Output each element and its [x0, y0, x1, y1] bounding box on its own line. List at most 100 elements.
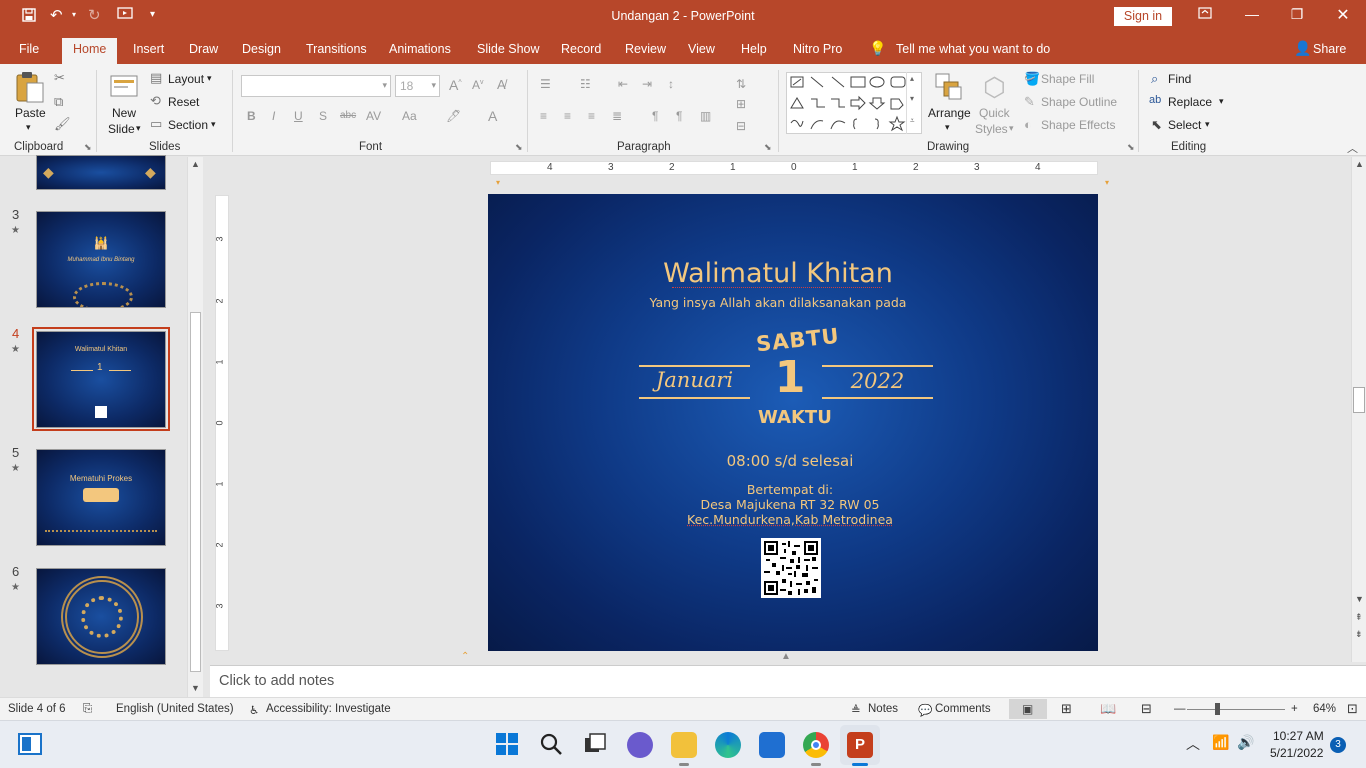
slide-thumbnail-4[interactable]: Walimatul Khitan 1 — [36, 331, 166, 428]
place-label[interactable]: Bertempat di: — [488, 482, 1092, 497]
new-slide-label-2[interactable]: Slide — [108, 122, 135, 136]
shape-effects-icon[interactable]: ◐ — [1024, 117, 1032, 132]
align-left-icon[interactable]: ≡ — [540, 109, 547, 123]
paste-icon[interactable] — [14, 70, 46, 104]
font-name-combo[interactable]: ▾ — [241, 75, 391, 97]
arrange-icon[interactable] — [934, 72, 964, 102]
vertical-ruler[interactable]: 3 2 1 0 1 2 3 — [215, 195, 229, 651]
section-dropdown-icon[interactable]: ▾ — [211, 119, 216, 130]
tab-slide-show[interactable]: Slide Show — [477, 42, 540, 56]
replace-button[interactable]: Replace — [1168, 95, 1212, 109]
quick-styles-icon[interactable]: ⬡ — [983, 72, 1006, 103]
place-line-2[interactable]: Kec.Mundurkena,Kab Metrodinea — [488, 512, 1092, 527]
bullets-icon[interactable]: ☰ — [540, 77, 551, 91]
minimize-icon[interactable]: — — [1237, 6, 1267, 22]
clipboard-launcher-icon[interactable]: ⬊ — [84, 142, 92, 153]
quick-styles-dropdown-icon[interactable]: ▾ — [1009, 123, 1014, 134]
justify-icon[interactable]: ≣ — [612, 109, 622, 123]
notes-placeholder[interactable]: Click to add notes — [219, 673, 334, 689]
format-painter-icon[interactable]: 🖌 — [54, 116, 71, 132]
shape-fill-button[interactable]: Shape Fill — [1041, 72, 1094, 86]
date-number[interactable]: 1 — [774, 352, 806, 403]
tab-home[interactable]: Home — [62, 38, 118, 64]
slide-scrollbar[interactable]: ▲ ▼ ⇞ ⇟ — [1351, 157, 1366, 662]
clock-date[interactable]: 5/21/2022 — [1270, 746, 1323, 760]
reset-icon[interactable]: ⟲ — [150, 93, 161, 109]
shapes-gallery[interactable] — [786, 72, 922, 134]
ribbon-display-options-icon[interactable] — [1190, 6, 1220, 22]
clear-formatting-icon[interactable]: A̸ — [497, 77, 506, 92]
zoom-level[interactable]: 64% — [1313, 703, 1336, 715]
wifi-icon[interactable]: 📶 — [1212, 734, 1229, 751]
strikethrough-icon[interactable]: abc — [340, 110, 356, 121]
left-indent-marker[interactable]: ▾ — [496, 178, 500, 187]
tab-nitro-pro[interactable]: Nitro Pro — [793, 42, 842, 56]
task-view-widget-icon[interactable] — [18, 733, 42, 755]
find-button[interactable]: Find — [1168, 72, 1191, 86]
slide-thumbnail-6[interactable] — [36, 568, 166, 665]
close-icon[interactable]: ✕ — [1328, 5, 1358, 25]
font-launcher-icon[interactable]: ⬊ — [515, 142, 523, 153]
slide-canvas[interactable]: Walimatul Khitan Yang insya Allah akan d… — [488, 194, 1098, 651]
volume-icon[interactable]: 🔊 — [1237, 734, 1254, 751]
redo-icon[interactable]: ↻ — [88, 6, 101, 24]
section-icon[interactable]: ▭ — [150, 116, 162, 132]
shadow-icon[interactable]: S — [319, 109, 327, 123]
notes-pane[interactable]: Click to add notes — [210, 665, 1366, 697]
scroll-up-icon[interactable]: ▲ — [1355, 159, 1364, 169]
bold-icon[interactable]: B — [247, 109, 256, 123]
replace-icon[interactable]: ab — [1149, 94, 1161, 106]
numbering-icon[interactable]: ☷ — [580, 77, 591, 91]
tab-design[interactable]: Design — [242, 42, 281, 56]
restore-icon[interactable]: ❐ — [1282, 6, 1312, 23]
spelling-check-icon[interactable]: ⎘ — [83, 703, 92, 716]
sign-in-button[interactable]: Sign in — [1114, 7, 1172, 26]
smartart-icon[interactable]: ⊟ — [736, 119, 746, 133]
columns-icon[interactable]: ▥ — [700, 109, 711, 123]
zoom-slider-track[interactable] — [1187, 709, 1285, 710]
qr-code-icon[interactable] — [761, 538, 821, 598]
select-button[interactable]: Select — [1168, 118, 1201, 132]
scroll-down-icon[interactable]: ▼ — [1355, 594, 1364, 604]
zoom-slider-thumb[interactable] — [1215, 703, 1220, 715]
notes-button[interactable]: Notes — [868, 703, 898, 715]
align-right-icon[interactable]: ≡ — [588, 109, 595, 123]
shape-fill-icon[interactable]: 🪣 — [1024, 71, 1040, 87]
time-text[interactable]: 08:00 s/d selesai — [488, 452, 1092, 470]
new-slide-icon[interactable] — [109, 72, 139, 100]
month-text[interactable]: Januari — [639, 368, 750, 392]
shape-outline-button[interactable]: Shape Outline — [1041, 95, 1117, 109]
tab-insert[interactable]: Insert — [133, 42, 164, 56]
copy-icon[interactable]: ⧉ — [54, 94, 63, 110]
quick-styles-label-2[interactable]: Styles — [975, 122, 1008, 136]
show-hidden-icons-icon[interactable]: ︿ — [1186, 734, 1200, 754]
normal-view-button[interactable]: ▣ — [1009, 699, 1047, 719]
paragraph-launcher-icon[interactable]: ⬊ — [764, 142, 772, 153]
notes-icon[interactable]: ≜ — [851, 703, 861, 717]
thumbnail-scrollbar[interactable]: ▲ ▼ — [187, 157, 203, 697]
character-spacing-icon[interactable]: AV — [366, 109, 381, 123]
italic-icon[interactable]: I — [272, 109, 275, 123]
accessibility-status[interactable]: Accessibility: Investigate — [266, 703, 391, 715]
tab-file[interactable]: File — [19, 42, 39, 56]
highlight-icon[interactable]: 🖊 — [446, 109, 461, 123]
zoom-in-icon[interactable]: + — [1291, 703, 1298, 715]
change-case-icon[interactable]: Aa — [402, 109, 417, 123]
file-explorer-icon[interactable] — [671, 732, 697, 758]
language-indicator[interactable]: English (United States) — [116, 703, 234, 715]
edge-browser-icon[interactable] — [715, 732, 741, 758]
start-from-beginning-icon[interactable] — [117, 7, 133, 25]
task-view-icon[interactable] — [583, 732, 609, 758]
right-indent-marker[interactable]: ▾ — [1105, 178, 1109, 187]
teams-chat-icon[interactable] — [627, 732, 653, 758]
increase-indent-icon[interactable]: ⇥ — [642, 77, 652, 91]
align-text-icon[interactable]: ⊞ — [736, 97, 746, 111]
tab-record[interactable]: Record — [561, 42, 601, 56]
decrease-font-size-icon[interactable]: Av — [472, 78, 484, 92]
accessibility-icon[interactable]: ♿ — [249, 703, 259, 717]
tab-review[interactable]: Review — [625, 42, 666, 56]
place-line-1[interactable]: Desa Majukena RT 32 RW 05 — [488, 497, 1092, 512]
tab-transitions[interactable]: Transitions — [306, 42, 367, 56]
slide-thumbnail-2[interactable]: ◆ ◆ — [36, 155, 166, 190]
shape-outline-icon[interactable]: ✎ — [1024, 94, 1035, 110]
